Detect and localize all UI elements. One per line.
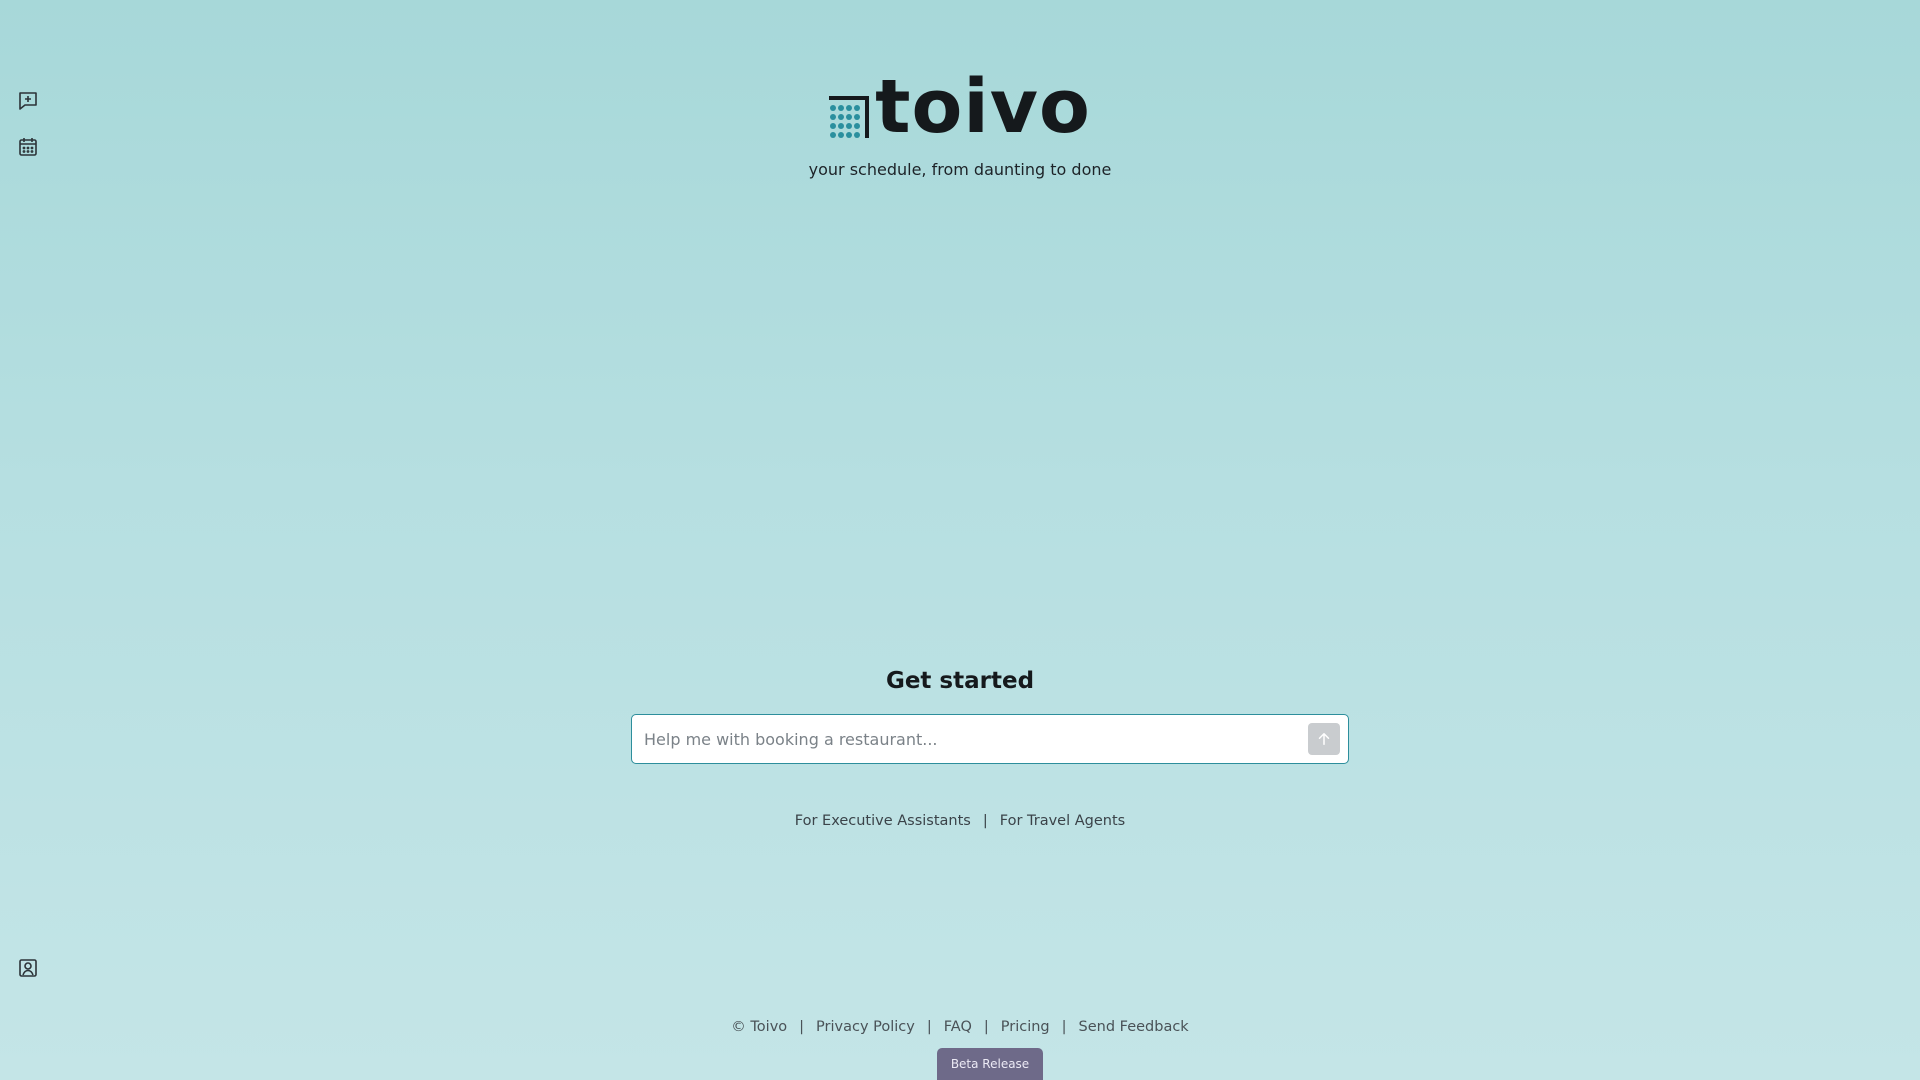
prompt-input[interactable] — [632, 715, 1308, 763]
separator: | — [983, 1019, 989, 1035]
pricing-link[interactable]: Pricing — [1001, 1019, 1050, 1035]
separator: | — [1061, 1019, 1067, 1035]
separator: | — [926, 1019, 932, 1035]
audience-links: For Executive Assistants | For Travel Ag… — [0, 813, 1920, 829]
logo-mark-icon — [829, 96, 870, 138]
header: toivo your schedule, from daunting to do… — [0, 64, 1920, 179]
beta-release-badge: Beta Release — [937, 1048, 1043, 1080]
privacy-policy-link[interactable]: Privacy Policy — [816, 1019, 915, 1035]
prompt-input-container — [631, 714, 1349, 764]
separator: | — [982, 813, 988, 829]
footer: © Toivo | Privacy Policy | FAQ | Pricing… — [0, 1019, 1920, 1035]
logo-text: toivo — [875, 64, 1091, 150]
profile-icon[interactable] — [15, 955, 41, 981]
send-button[interactable] — [1308, 723, 1340, 755]
logo: toivo — [829, 64, 1091, 150]
arrow-up-icon — [1318, 733, 1330, 745]
separator: | — [799, 1019, 805, 1035]
send-feedback-link[interactable]: Send Feedback — [1079, 1019, 1189, 1035]
faq-link[interactable]: FAQ — [944, 1019, 972, 1035]
tagline: your schedule, from daunting to done — [808, 160, 1112, 179]
copyright: © Toivo — [731, 1019, 788, 1035]
get-started-heading: Get started — [885, 668, 1035, 694]
travel-agents-link[interactable]: For Travel Agents — [1000, 813, 1125, 829]
executive-assistants-link[interactable]: For Executive Assistants — [795, 813, 971, 829]
